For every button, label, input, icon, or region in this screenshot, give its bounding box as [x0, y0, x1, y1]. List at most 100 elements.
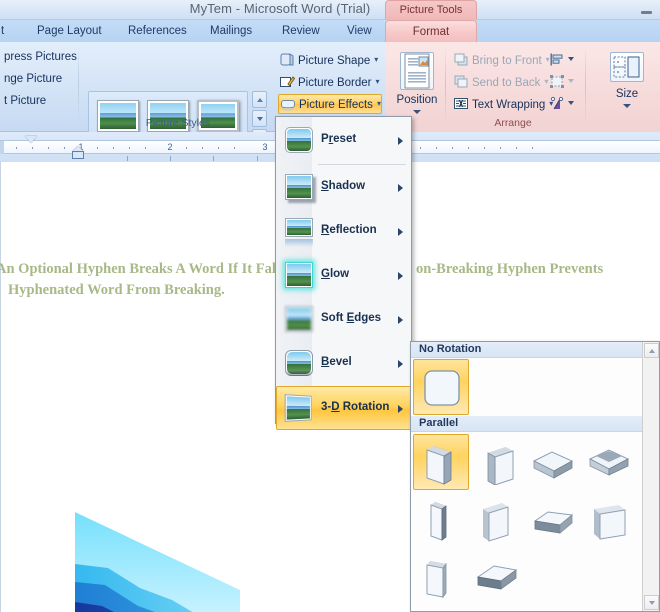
- send-to-back-icon: [453, 74, 469, 89]
- ribbon-command-text-wrapping[interactable]: Text Wrapping ▾: [452, 94, 553, 113]
- ribbon-command-picture-shape[interactable]: Picture Shape ▾: [278, 50, 378, 69]
- tab-view[interactable]: View: [340, 20, 379, 42]
- group-divider: [445, 46, 446, 126]
- chevron-down-icon[interactable]: ▾: [374, 50, 378, 69]
- position-label: Position: [396, 94, 438, 106]
- rotation-option-parallel-off-axis-1-top[interactable]: [413, 550, 469, 606]
- rotation-option-parallel-isometric-right-down[interactable]: [469, 492, 525, 548]
- menu-item-glow[interactable]: Glow: [277, 254, 412, 298]
- rotation-option-parallel-isometric-right-up[interactable]: [469, 434, 525, 490]
- ribbon-command-compress-pictures[interactable]: press Pictures: [0, 48, 77, 67]
- group-label-arrange: Arrange: [494, 117, 532, 129]
- rotate-button[interactable]: [548, 94, 576, 113]
- submenu-arrow-icon: [398, 316, 403, 324]
- submenu-arrow-icon: [398, 137, 403, 145]
- size-icon: [610, 52, 644, 82]
- rotation-option-parallel-isometric-top-up[interactable]: [525, 434, 581, 490]
- picture-border-icon: [279, 74, 296, 89]
- ribbon-command-reset-picture[interactable]: t Picture: [0, 92, 46, 111]
- menu-item-3d-rotation[interactable]: 3-D Rotation: [276, 386, 413, 430]
- ribbon-command-picture-border[interactable]: Picture Border ▾: [278, 72, 380, 91]
- reflection-icon: [285, 218, 313, 247]
- gallery-section-no-rotation: [411, 358, 643, 416]
- text-wrapping-icon: [453, 96, 469, 111]
- rotation-option-parallel-off-axis-2-top[interactable]: [469, 550, 525, 606]
- label: Send to Back: [472, 77, 541, 89]
- chevron-down-icon[interactable]: ▾: [376, 72, 380, 91]
- gallery-vertical-scrollbar[interactable]: [642, 342, 659, 611]
- chevron-down-icon[interactable]: [568, 57, 574, 61]
- menu-item-label: Preset: [321, 133, 357, 145]
- menu-item-reflection[interactable]: Reflection: [277, 210, 412, 254]
- gallery-section-parallel: [411, 432, 643, 611]
- rotation-gallery-panel[interactable]: No Rotation Parallel: [410, 341, 660, 612]
- align-button[interactable]: [548, 50, 576, 69]
- tab-insert[interactable]: t: [0, 20, 11, 42]
- picture-effects-menu[interactable]: Preset Shadow Reflection Glow Soft Edges…: [275, 116, 413, 430]
- menu-item-label: Soft Edges: [321, 312, 382, 324]
- minimize-button[interactable]: [640, 6, 654, 15]
- size-button[interactable]: Size: [600, 48, 654, 124]
- menu-item-label: Glow: [321, 268, 350, 280]
- tab-format[interactable]: Format: [385, 20, 477, 43]
- label: Picture Border: [298, 77, 372, 89]
- menu-item-soft-edges[interactable]: Soft Edges: [277, 298, 412, 342]
- chevron-down-icon[interactable]: ▾: [377, 95, 381, 113]
- gallery-scroll-down-arrow[interactable]: [644, 595, 659, 610]
- group-icon: [549, 74, 565, 89]
- position-button[interactable]: Position: [390, 48, 444, 124]
- rotation-option-parallel-off-axis-1-left[interactable]: [581, 492, 637, 548]
- document-text-line-1: An Optional Hyphen Breaks A Word If It F…: [0, 261, 304, 277]
- submenu-arrow-icon: [398, 228, 403, 236]
- preset-icon: [285, 127, 313, 153]
- gallery-section-heading-no-rotation: No Rotation: [411, 342, 643, 358]
- bevel-icon: [285, 350, 313, 376]
- submenu-arrow-icon: [398, 405, 403, 413]
- ruler-number-2: 2: [167, 142, 173, 152]
- group-button[interactable]: [548, 72, 576, 91]
- tab-mailings[interactable]: Mailings: [203, 20, 259, 42]
- bring-to-front-icon: [453, 52, 469, 67]
- word-window: ● MyTem - Microsoft Word (Trial) Picture…: [0, 0, 660, 612]
- tab-review[interactable]: Review: [275, 20, 327, 42]
- menu-item-bevel[interactable]: Bevel: [277, 342, 412, 386]
- document-text-line-2: Hyphenated Word From Breaking.: [8, 282, 225, 298]
- first-line-indent-marker[interactable]: [25, 136, 37, 143]
- group-divider: [78, 46, 79, 126]
- 3d-rotation-icon: [284, 394, 313, 422]
- rotate-icon: [549, 96, 565, 111]
- shadow-icon: [285, 174, 313, 200]
- left-indent-marker[interactable]: [72, 146, 84, 159]
- ribbon-command-change-picture[interactable]: nge Picture: [0, 70, 62, 89]
- picture-shape-icon: [279, 52, 295, 67]
- chevron-down-icon[interactable]: [623, 104, 631, 108]
- submenu-arrow-icon: [398, 184, 403, 192]
- tab-page-layout[interactable]: Page Layout: [30, 20, 109, 42]
- gallery-scroll-up-arrow[interactable]: [644, 343, 659, 358]
- rotation-option-parallel-isometric-left-down[interactable]: [413, 492, 469, 548]
- tab-references[interactable]: References: [121, 20, 194, 42]
- label: Picture Effects: [299, 99, 373, 111]
- glow-icon: [285, 262, 313, 288]
- document-text-line-1b: on-Breaking Hyphen Prevents: [416, 261, 604, 277]
- rotated-picture[interactable]: [60, 502, 250, 612]
- gallery-scroll-up-button[interactable]: [252, 91, 267, 108]
- submenu-arrow-icon: [398, 272, 403, 280]
- ribbon-command-bring-to-front[interactable]: Bring to Front ▾: [452, 50, 550, 69]
- soft-edges-icon: [285, 306, 313, 332]
- menu-item-preset[interactable]: Preset: [277, 119, 412, 163]
- chevron-down-icon[interactable]: [568, 101, 574, 105]
- rotation-option-parallel-isometric-top-down[interactable]: [581, 434, 637, 490]
- rotation-option-parallel-off-axis-1-right[interactable]: [525, 492, 581, 548]
- label: Text Wrapping: [472, 99, 546, 111]
- chevron-down-icon[interactable]: [568, 79, 574, 83]
- rotation-option-no-rotation[interactable]: [413, 359, 469, 415]
- chevron-down-icon[interactable]: [413, 110, 421, 114]
- size-label: Size: [615, 88, 639, 100]
- menu-item-shadow[interactable]: Shadow: [277, 166, 412, 210]
- ribbon-command-picture-effects[interactable]: Picture Effects ▾: [278, 94, 382, 114]
- page-left-edge: [0, 162, 1, 612]
- rotation-option-parallel-isometric-left-up[interactable]: [413, 434, 469, 490]
- group-divider: [585, 46, 586, 126]
- ribbon-command-send-to-back[interactable]: Send to Back ▾: [452, 72, 548, 91]
